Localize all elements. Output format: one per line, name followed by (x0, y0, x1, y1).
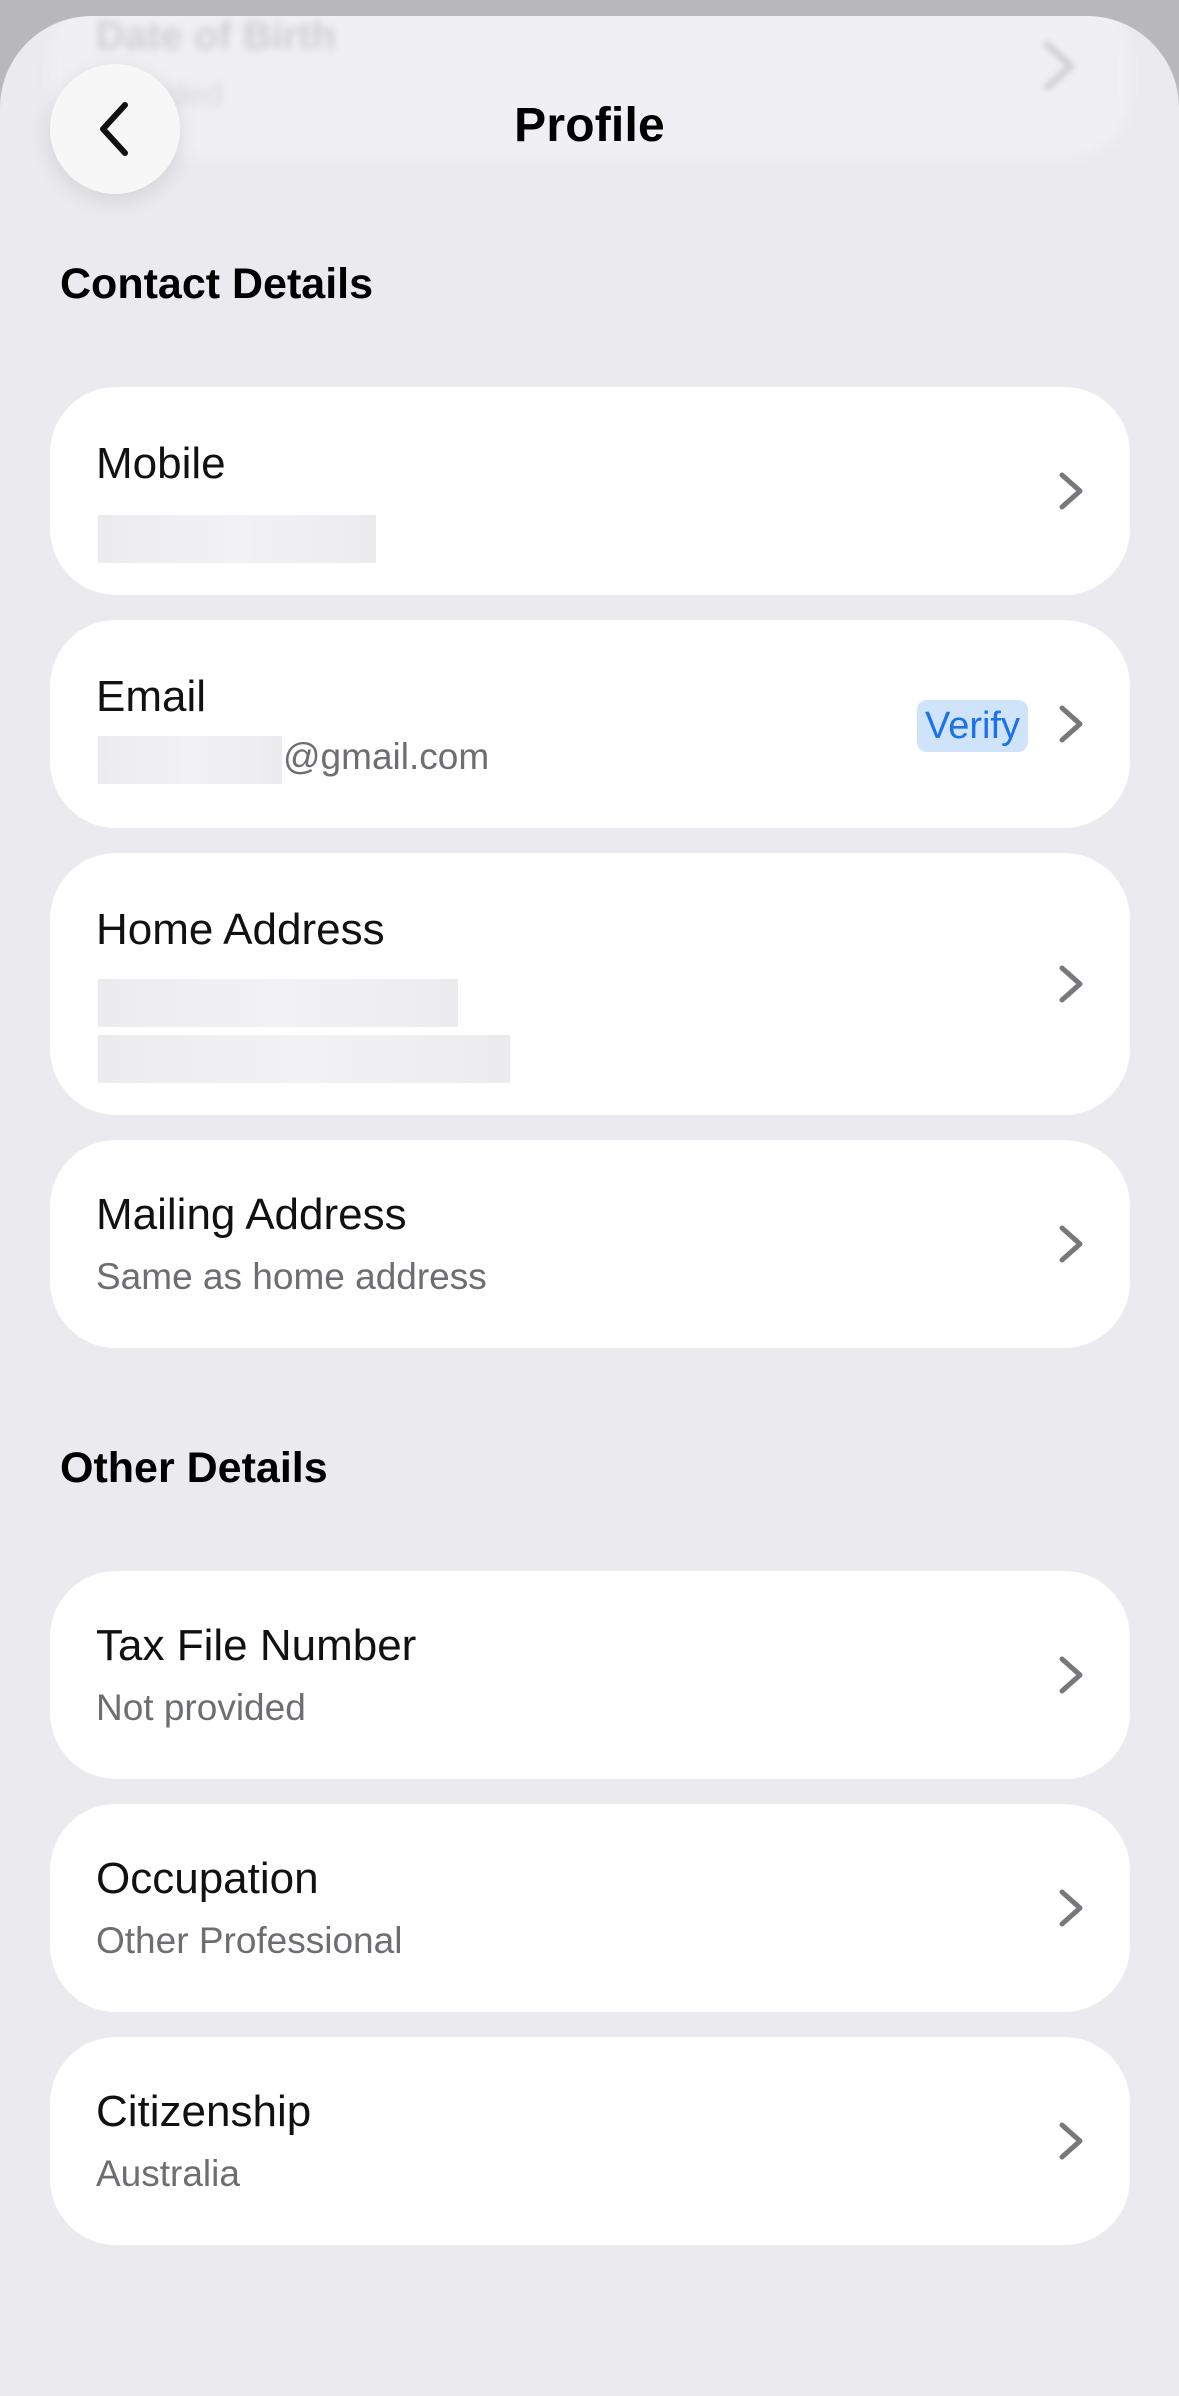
contact-details-heading: Contact Details (60, 260, 374, 308)
citizenship-row[interactable]: Citizenship Australia (50, 2037, 1130, 2245)
mobile-row[interactable]: Mobile (50, 387, 1130, 595)
verify-email-button[interactable]: Verify (916, 700, 1028, 752)
citizenship-value: Australia (96, 2153, 240, 2194)
other-details-heading: Other Details (60, 1444, 328, 1492)
occupation-row[interactable]: Occupation Other Professional (50, 1804, 1130, 2012)
home-address-row[interactable]: Home Address (50, 853, 1130, 1115)
profile-sheet: Date of Birth Provided Profile Contact D… (0, 16, 1179, 2396)
occupation-value: Other Professional (96, 1920, 403, 1961)
email-domain: @gmail.com (283, 736, 490, 777)
email-user-redacted (98, 736, 282, 784)
chevron-right-icon (1059, 472, 1083, 510)
page-title: Profile (514, 99, 665, 152)
chevron-right-icon (1059, 1889, 1083, 1927)
tax-file-number-value: Not provided (96, 1687, 306, 1728)
mailing-address-row[interactable]: Mailing Address Same as home address (50, 1140, 1130, 1348)
home-address-line1-redacted (98, 979, 458, 1027)
mailing-address-value: Same as home address (96, 1256, 487, 1297)
occupation-label: Occupation (96, 1854, 319, 1903)
mobile-value-redacted (98, 515, 376, 563)
chevron-right-icon (1059, 1656, 1083, 1694)
tax-file-number-row[interactable]: Tax File Number Not provided (50, 1571, 1130, 1779)
chevron-right-icon (1059, 1225, 1083, 1263)
email-row[interactable]: Email @gmail.com Verify (50, 620, 1130, 828)
home-address-label: Home Address (96, 905, 385, 954)
citizenship-label: Citizenship (96, 2087, 312, 2136)
mobile-label: Mobile (96, 439, 226, 488)
navigation-bar: Profile (0, 64, 1179, 200)
home-address-line2-redacted (98, 1035, 510, 1083)
mailing-address-label: Mailing Address (96, 1190, 407, 1239)
chevron-right-icon (1059, 2122, 1083, 2160)
email-label: Email (96, 672, 207, 721)
background-row-label: Date of Birth (96, 16, 336, 58)
chevron-right-icon (1059, 965, 1083, 1003)
tax-file-number-label: Tax File Number (96, 1621, 417, 1670)
chevron-right-icon (1059, 705, 1083, 743)
